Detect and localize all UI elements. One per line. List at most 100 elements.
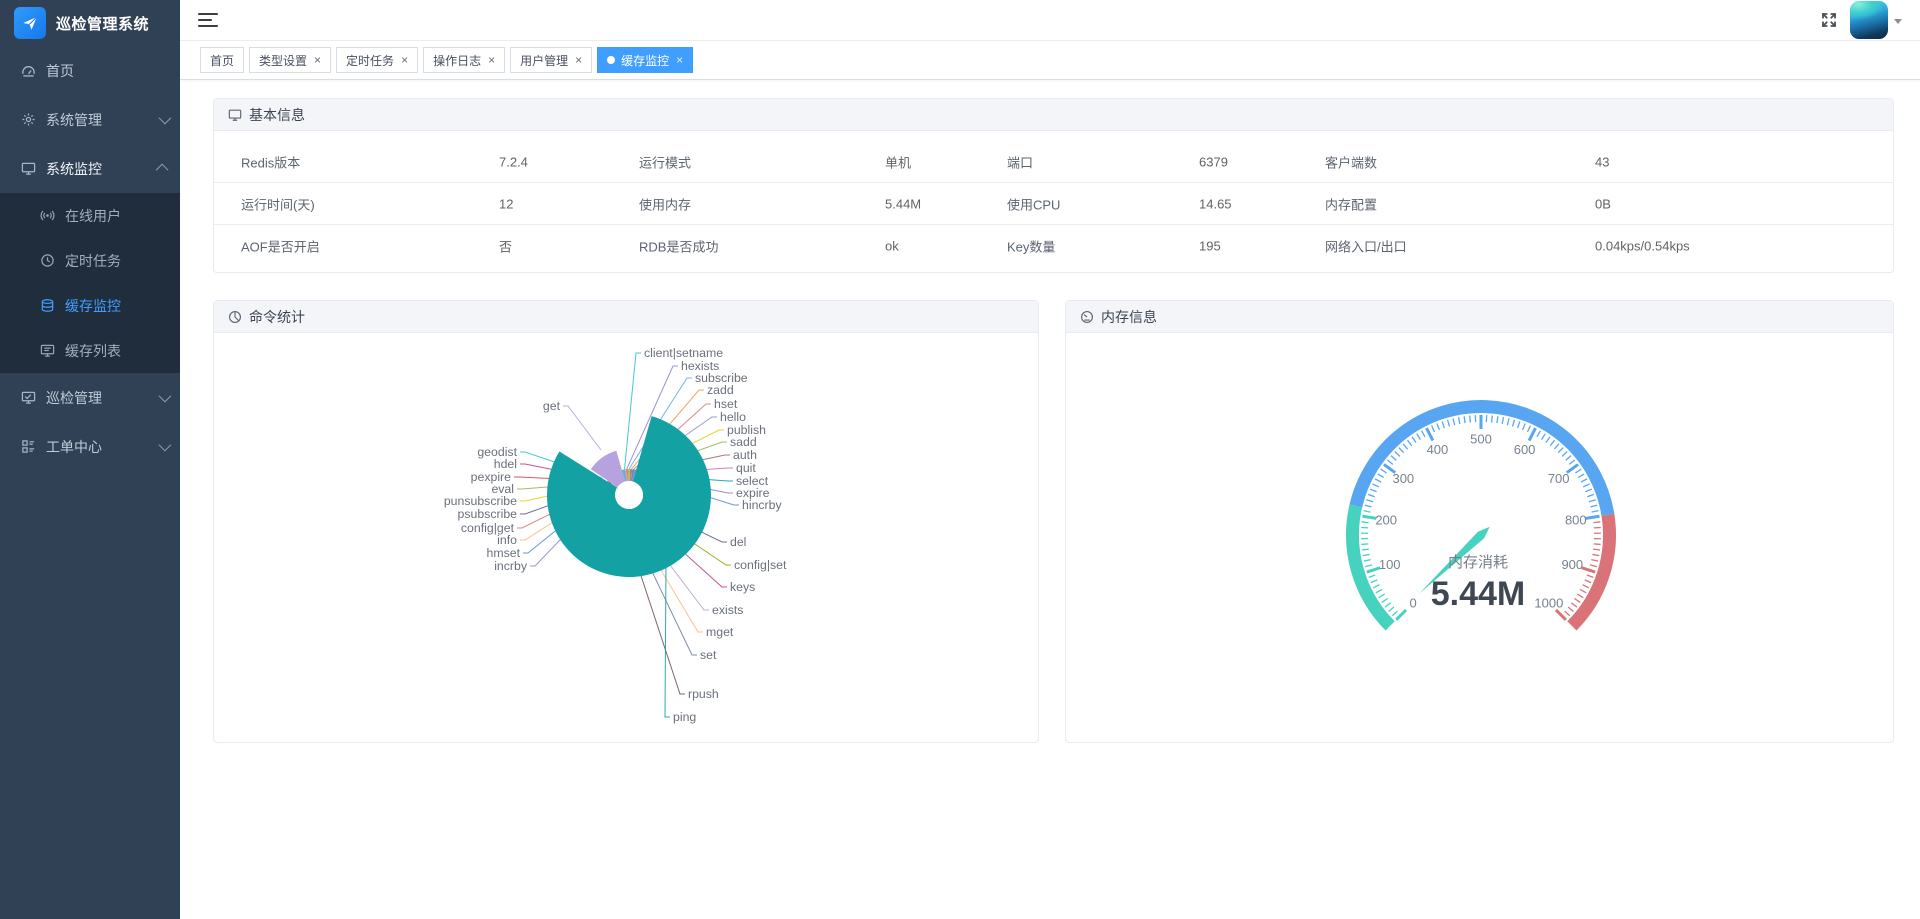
pie-label-set: set	[700, 648, 717, 662]
tab-2[interactable]: 定时任务 ×	[336, 47, 419, 73]
monitor-icon	[20, 161, 36, 177]
card-title: 命令统计	[249, 308, 305, 325]
gauge-minor-tick	[1375, 588, 1383, 594]
tab-close-icon[interactable]: ×	[676, 54, 683, 66]
info-label: 使用CPU	[1007, 197, 1061, 212]
user-menu[interactable]	[1850, 1, 1902, 39]
online-users-icon	[40, 208, 55, 223]
gauge-minor-tick	[1452, 418, 1456, 426]
info-value: ok	[885, 238, 899, 254]
gauge-minor-tick	[1557, 447, 1564, 454]
info-label: 客户端数	[1325, 155, 1378, 170]
sidebar-submenu: 在线用户 定时任务 缓存监控缓存列表	[0, 193, 180, 373]
gauge-minor-tick	[1363, 510, 1371, 513]
gauge-minor-tick	[1582, 584, 1590, 589]
basic-info-card: 基本信息 Redis版本 7.2.4 运行模式 单机 端口 6379 客户端数 43 运行时间(…	[213, 98, 1894, 273]
gauge-major-tick	[1527, 427, 1537, 442]
basic-info-table: Redis版本 7.2.4 运行模式 单机 端口 6379 客户端数 43 运行时间(天) 12 使…	[214, 131, 1893, 267]
navbar-right	[1820, 1, 1902, 39]
gauge-minor-tick	[1368, 574, 1376, 579]
tab-0[interactable]: 首页	[200, 47, 245, 73]
gauge-axis-label-500: 500	[1470, 432, 1492, 447]
active-tab-dot	[607, 56, 616, 64]
command-stats-card-header: 命令统计	[214, 301, 1038, 333]
gauge-minor-tick	[1416, 433, 1422, 440]
gauge-axis-label-100: 100	[1379, 557, 1401, 572]
tab-close-icon[interactable]: ×	[314, 54, 321, 66]
pie-label-punsubscribe: punsubscribe	[444, 494, 517, 508]
sidebar-item-label: 系统管理	[46, 111, 102, 128]
gauge-minor-tick	[1366, 499, 1374, 503]
tab-close-icon[interactable]: ×	[575, 54, 582, 66]
pie-label-line-ping	[664, 563, 670, 718]
pie-label-client|setname: client|setname	[644, 346, 723, 360]
command-stats-pie-chart: client|setnamehexistssubscribezaddhsethe…	[444, 346, 787, 724]
gauge-minor-tick	[1591, 510, 1599, 513]
gauge-minor-tick	[1420, 430, 1426, 438]
pie-label-psubscribe: psubscribe	[458, 507, 518, 521]
app-logo[interactable]: 巡检管理系统	[0, 0, 180, 46]
tags-view-bar: 首页 类型设置 × 定时任务 × 操作日志 × 用户管理 × 缓存监控 ×	[180, 41, 1920, 80]
info-value: 0.04kps/0.54kps	[1595, 238, 1690, 254]
sidebar-subitem-label: 缓存列表	[65, 342, 121, 359]
sidebar-item-3[interactable]: 巡检管理	[0, 373, 180, 422]
pie-label-keys: keys	[730, 580, 755, 594]
sidebar-item-4[interactable]: 工单中心	[0, 422, 180, 471]
sidebar-item-0[interactable]: 首页	[0, 46, 180, 95]
sidebar-subitem-2[interactable]: 缓存监控	[0, 283, 180, 328]
hamburger-icon[interactable]	[198, 12, 218, 28]
gear-icon	[20, 112, 36, 128]
pie-label-line-client|setname	[624, 352, 641, 470]
gauge-major-tick	[1585, 514, 1600, 520]
pie-chart-icon	[228, 310, 242, 324]
gauge-minor-tick	[1436, 423, 1441, 431]
gauge-minor-tick	[1553, 443, 1560, 450]
gauge-minor-tick	[1377, 473, 1385, 479]
gauge-minor-tick	[1567, 606, 1574, 612]
pie-label-auth: auth	[733, 448, 757, 462]
tab-label: 首页	[210, 53, 235, 68]
info-value: 12	[499, 196, 514, 211]
chevron-down-icon	[158, 111, 172, 125]
tab-3[interactable]: 操作日志 ×	[423, 47, 506, 73]
monitor-icon	[228, 108, 242, 122]
gauge-minor-tick	[1390, 455, 1397, 461]
gauge-minor-tick	[1490, 415, 1493, 423]
user-avatar[interactable]	[1850, 1, 1888, 39]
gauge-minor-tick	[1367, 493, 1375, 498]
tab-close-icon[interactable]: ×	[401, 54, 408, 66]
info-value: 0B	[1595, 196, 1611, 211]
table-row-0: Redis版本 7.2.4 运行模式 单机 端口 6379 客户端数 43	[214, 141, 1893, 183]
sidebar-subitem-0[interactable]: 在线用户	[0, 193, 180, 238]
info-label: 运行时间(天)	[241, 197, 315, 212]
info-label: 运行模式	[639, 155, 692, 170]
info-value: 6379	[1199, 154, 1228, 169]
basic-info-card-header: 基本信息	[214, 99, 1893, 131]
sidebar-item-2[interactable]: 系统监控	[0, 144, 180, 193]
card-title: 基本信息	[249, 106, 305, 123]
gauge-minor-tick	[1568, 459, 1576, 465]
sidebar-item-label: 系统监控	[46, 160, 102, 177]
tab-close-icon[interactable]: ×	[488, 54, 495, 66]
sidebar-item-label: 巡检管理	[46, 389, 102, 406]
tab-1[interactable]: 类型设置 ×	[249, 47, 332, 73]
sidebar: 巡检管理系统 首页系统管理系统监控在线用户 定时任务 缓存监控缓存列表巡检管理工单中…	[0, 0, 180, 919]
tab-5[interactable]: 缓存监控 ×	[597, 47, 694, 73]
info-label: 端口	[1007, 155, 1034, 170]
tab-4[interactable]: 用户管理 ×	[510, 47, 593, 73]
gauge-minor-tick	[1574, 597, 1581, 603]
app-window: 巡检管理系统 首页系统管理系统监控在线用户 定时任务 缓存监控缓存列表巡检管理工单中…	[0, 0, 1920, 919]
gauge-minor-tick	[1388, 606, 1395, 612]
gauge-minor-tick	[1591, 559, 1599, 562]
gauge-minor-tick	[1361, 548, 1369, 551]
pie-label-hset: hset	[714, 397, 738, 411]
card-title: 内存信息	[1101, 308, 1157, 325]
gauge-minor-tick	[1593, 521, 1601, 524]
fullscreen-icon[interactable]	[1820, 11, 1838, 29]
pie-label-hincrby: hincrby	[742, 498, 782, 512]
gauge-minor-tick	[1580, 478, 1588, 483]
sidebar-subitem-1[interactable]: 定时任务	[0, 238, 180, 283]
sidebar-item-1[interactable]: 系统管理	[0, 95, 180, 144]
sidebar-subitem-3[interactable]: 缓存列表	[0, 328, 180, 373]
gauge-minor-tick	[1526, 425, 1531, 433]
